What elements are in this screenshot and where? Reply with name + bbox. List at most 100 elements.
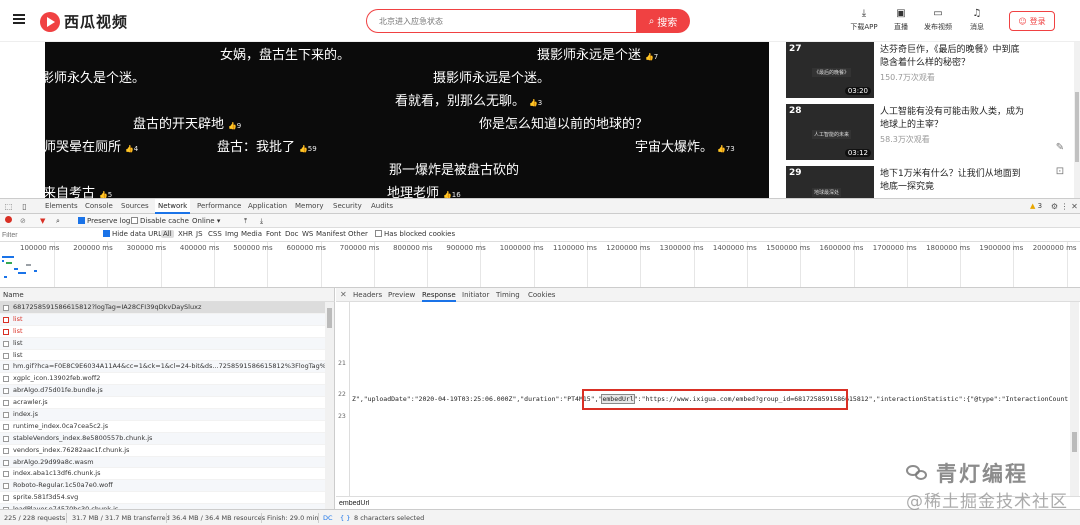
tab-network[interactable]: Network — [155, 199, 191, 214]
publish-video-button[interactable]: ▭ 发布视频 — [918, 8, 958, 32]
recommendation-item[interactable]: 28 人工智能的未来 03:12 人工智能有没有可能击败人类，成为地球上的主宰？… — [786, 104, 1026, 162]
tab-initiator[interactable]: Initiator — [462, 288, 489, 302]
network-toolbar: ⊘ ▼ ⌕ Preserve log Disable cache Online … — [0, 214, 1080, 228]
tab-audits[interactable]: Audits — [368, 199, 396, 214]
warning-count[interactable]: ▲ 3 — [1030, 202, 1042, 210]
tab-headers[interactable]: Headers — [353, 288, 382, 302]
type-filter-manifest[interactable]: Manifest — [316, 230, 346, 238]
recommendation-title[interactable]: 达芬奇巨作，《最后的晚餐》中到底隐含着什么样的秘密？ — [880, 44, 1026, 70]
response-scrollbar[interactable] — [1070, 302, 1079, 496]
video-thumbnail[interactable]: 27 《最后的晚餐》 03:20 — [786, 42, 874, 98]
tab-security[interactable]: Security — [330, 199, 365, 214]
request-row[interactable]: acrawler.js — [0, 397, 334, 410]
inspect-icon[interactable]: ⬚ — [4, 202, 13, 211]
network-overview-timeline[interactable]: 100000 ms 200000 ms 300000 ms 400000 ms 5000… — [0, 242, 1080, 288]
tab-cookies[interactable]: Cookies — [528, 288, 555, 302]
tab-console[interactable]: Console — [82, 199, 116, 214]
recommendation-title[interactable]: 人工智能有没有可能击败人类，成为地球上的主宰？ — [880, 106, 1026, 132]
search-icon[interactable]: ⌕ — [56, 216, 60, 226]
request-name: list — [13, 314, 23, 323]
timeline-tick-label: 1700000 ms — [872, 244, 917, 252]
request-row[interactable]: abrAlgo.d75d01fe.bundle.js — [0, 385, 334, 398]
type-filter-other[interactable]: Other — [348, 230, 368, 238]
type-filter-css[interactable]: CSS — [208, 230, 222, 238]
request-row[interactable]: index.js — [0, 409, 334, 421]
request-row[interactable]: list — [0, 337, 334, 350]
recommendation-title[interactable]: 地下1万米有什么？让我们从地面到地底一探究竟 — [880, 168, 1026, 194]
request-row[interactable]: list — [0, 350, 334, 362]
record-button[interactable] — [5, 216, 12, 226]
type-filter-font[interactable]: Font — [266, 230, 281, 238]
search-input[interactable] — [366, 9, 636, 33]
request-row[interactable]: sprite.581f3d54.svg — [0, 492, 334, 505]
type-filter-img[interactable]: Img — [225, 230, 238, 238]
thumbnail-caption: 地球最深处 — [812, 188, 842, 197]
request-row[interactable]: abrAlgo.29d99a8c.wasm — [0, 456, 334, 469]
filter-icon[interactable]: ▼ — [40, 216, 45, 226]
export-har-icon[interactable]: ⤓ — [260, 216, 263, 226]
video-player[interactable]: 女娲，盘古生下来的。 摄影师永远是个迷 👍7 影师永久是个迷。 摄影师永远是个迷。… — [45, 42, 769, 198]
feedback-icon[interactable]: ✎ — [1054, 142, 1066, 154]
preserve-log-checkbox[interactable]: Preserve log — [78, 216, 130, 226]
recommendation-item[interactable]: 29 地球最深处 地下1万米有什么？让我们从地面到地底一探究竟 — [786, 166, 1026, 198]
report-icon[interactable]: ⊡ — [1054, 166, 1066, 178]
tab-response[interactable]: Response — [422, 288, 456, 302]
request-row[interactable]: vendors_index.76282aac1f.chunk.js — [0, 445, 334, 457]
download-app-button[interactable]: ⤓ 下载APP — [844, 8, 884, 32]
tab-performance[interactable]: Performance — [194, 199, 244, 214]
type-filter-xhr[interactable]: XHR — [178, 230, 193, 238]
tab-sources[interactable]: Sources — [118, 199, 152, 214]
tab-preview[interactable]: Preview — [388, 288, 415, 302]
name-column-header[interactable]: Name — [0, 288, 335, 302]
recommendation-item[interactable]: 27 《最后的晚餐》 03:20 达芬奇巨作，《最后的晚餐》中到底隐含着什么样的… — [786, 42, 1026, 100]
video-thumbnail[interactable]: 29 地球最深处 — [786, 166, 874, 198]
tab-elements[interactable]: Elements — [42, 199, 81, 214]
type-filter-js[interactable]: JS — [196, 230, 203, 238]
response-scrollbar-thumb[interactable] — [1072, 432, 1077, 452]
tab-timing[interactable]: Timing — [496, 288, 520, 302]
page-scrollbar[interactable] — [1074, 42, 1080, 198]
type-filter-media[interactable]: Media — [241, 230, 262, 238]
video-thumbnail[interactable]: 28 人工智能的未来 03:12 — [786, 104, 874, 160]
hide-data-urls-checkbox[interactable]: Hide data URLs — [103, 230, 166, 238]
request-row[interactable]: stableVendors_index.8e5800557b.chunk.js — [0, 432, 334, 445]
close-icon[interactable]: ✕ — [1070, 202, 1079, 211]
menu-icon[interactable] — [13, 14, 25, 24]
live-button[interactable]: ▣ 直播 — [881, 8, 921, 32]
type-filter-all[interactable]: All — [161, 230, 174, 238]
user-icon: ☺ — [1018, 16, 1027, 26]
clear-icon[interactable]: ⊘ — [20, 216, 26, 226]
request-list-scrollbar-thumb[interactable] — [327, 308, 332, 328]
more-options-icon[interactable]: ⋮ — [1060, 202, 1069, 211]
thumbnail-caption: 《最后的晚餐》 — [812, 68, 852, 77]
site-logo[interactable]: 西瓜视频 — [40, 11, 128, 32]
device-toggle-icon[interactable]: ▯ — [20, 202, 29, 211]
page-scrollbar-thumb[interactable] — [1075, 92, 1079, 162]
tab-application[interactable]: Application — [245, 199, 290, 214]
transferred-size: 31.7 MB / 31.7 MB transferred — [72, 514, 170, 522]
publish-video-label: 发布视频 — [924, 23, 952, 31]
settings-gear-icon[interactable]: ⚙ — [1050, 202, 1059, 211]
request-row[interactable]: Roboto-Regular.1c50a7e0.woff — [0, 480, 334, 493]
request-row[interactable]: list — [0, 326, 334, 338]
import-har-icon[interactable]: ⤒ — [244, 216, 247, 226]
response-search-input[interactable] — [339, 498, 489, 508]
request-row[interactable]: index.aba1c13df6.chunk.js — [0, 468, 334, 481]
request-row[interactable]: hm.gif?hca=F0E8C9E6034A11A4&cc=1&ck=1&cl… — [0, 361, 334, 374]
tab-memory[interactable]: Memory — [292, 199, 326, 214]
login-button[interactable]: ☺ 登录 — [1009, 11, 1055, 31]
disable-cache-checkbox[interactable]: Disable cache — [131, 216, 189, 226]
danmaku-item: 摄影师永远是个迷 👍7 — [537, 48, 659, 63]
request-row[interactable]: 6817258591586615812?logTag=IA28CFI39qDkv… — [0, 302, 334, 314]
type-filter-doc[interactable]: Doc — [285, 230, 299, 238]
request-row[interactable]: list — [0, 313, 334, 326]
request-row[interactable]: runtime_index.0ca7cea5c2.js — [0, 421, 334, 433]
search-button[interactable]: ⌕ 搜索 — [636, 9, 690, 33]
messages-button[interactable]: ♫ 消息 — [957, 8, 997, 32]
close-detail-icon[interactable]: ✕ — [340, 290, 347, 299]
request-list-scrollbar[interactable] — [325, 302, 334, 509]
throttling-select[interactable]: Online ▾ — [192, 216, 220, 226]
blocked-cookies-checkbox[interactable]: Has blocked cookies — [375, 230, 455, 238]
type-filter-ws[interactable]: WS — [302, 230, 313, 238]
request-row[interactable]: xgplc_icon.13902feb.woff2 — [0, 373, 334, 386]
